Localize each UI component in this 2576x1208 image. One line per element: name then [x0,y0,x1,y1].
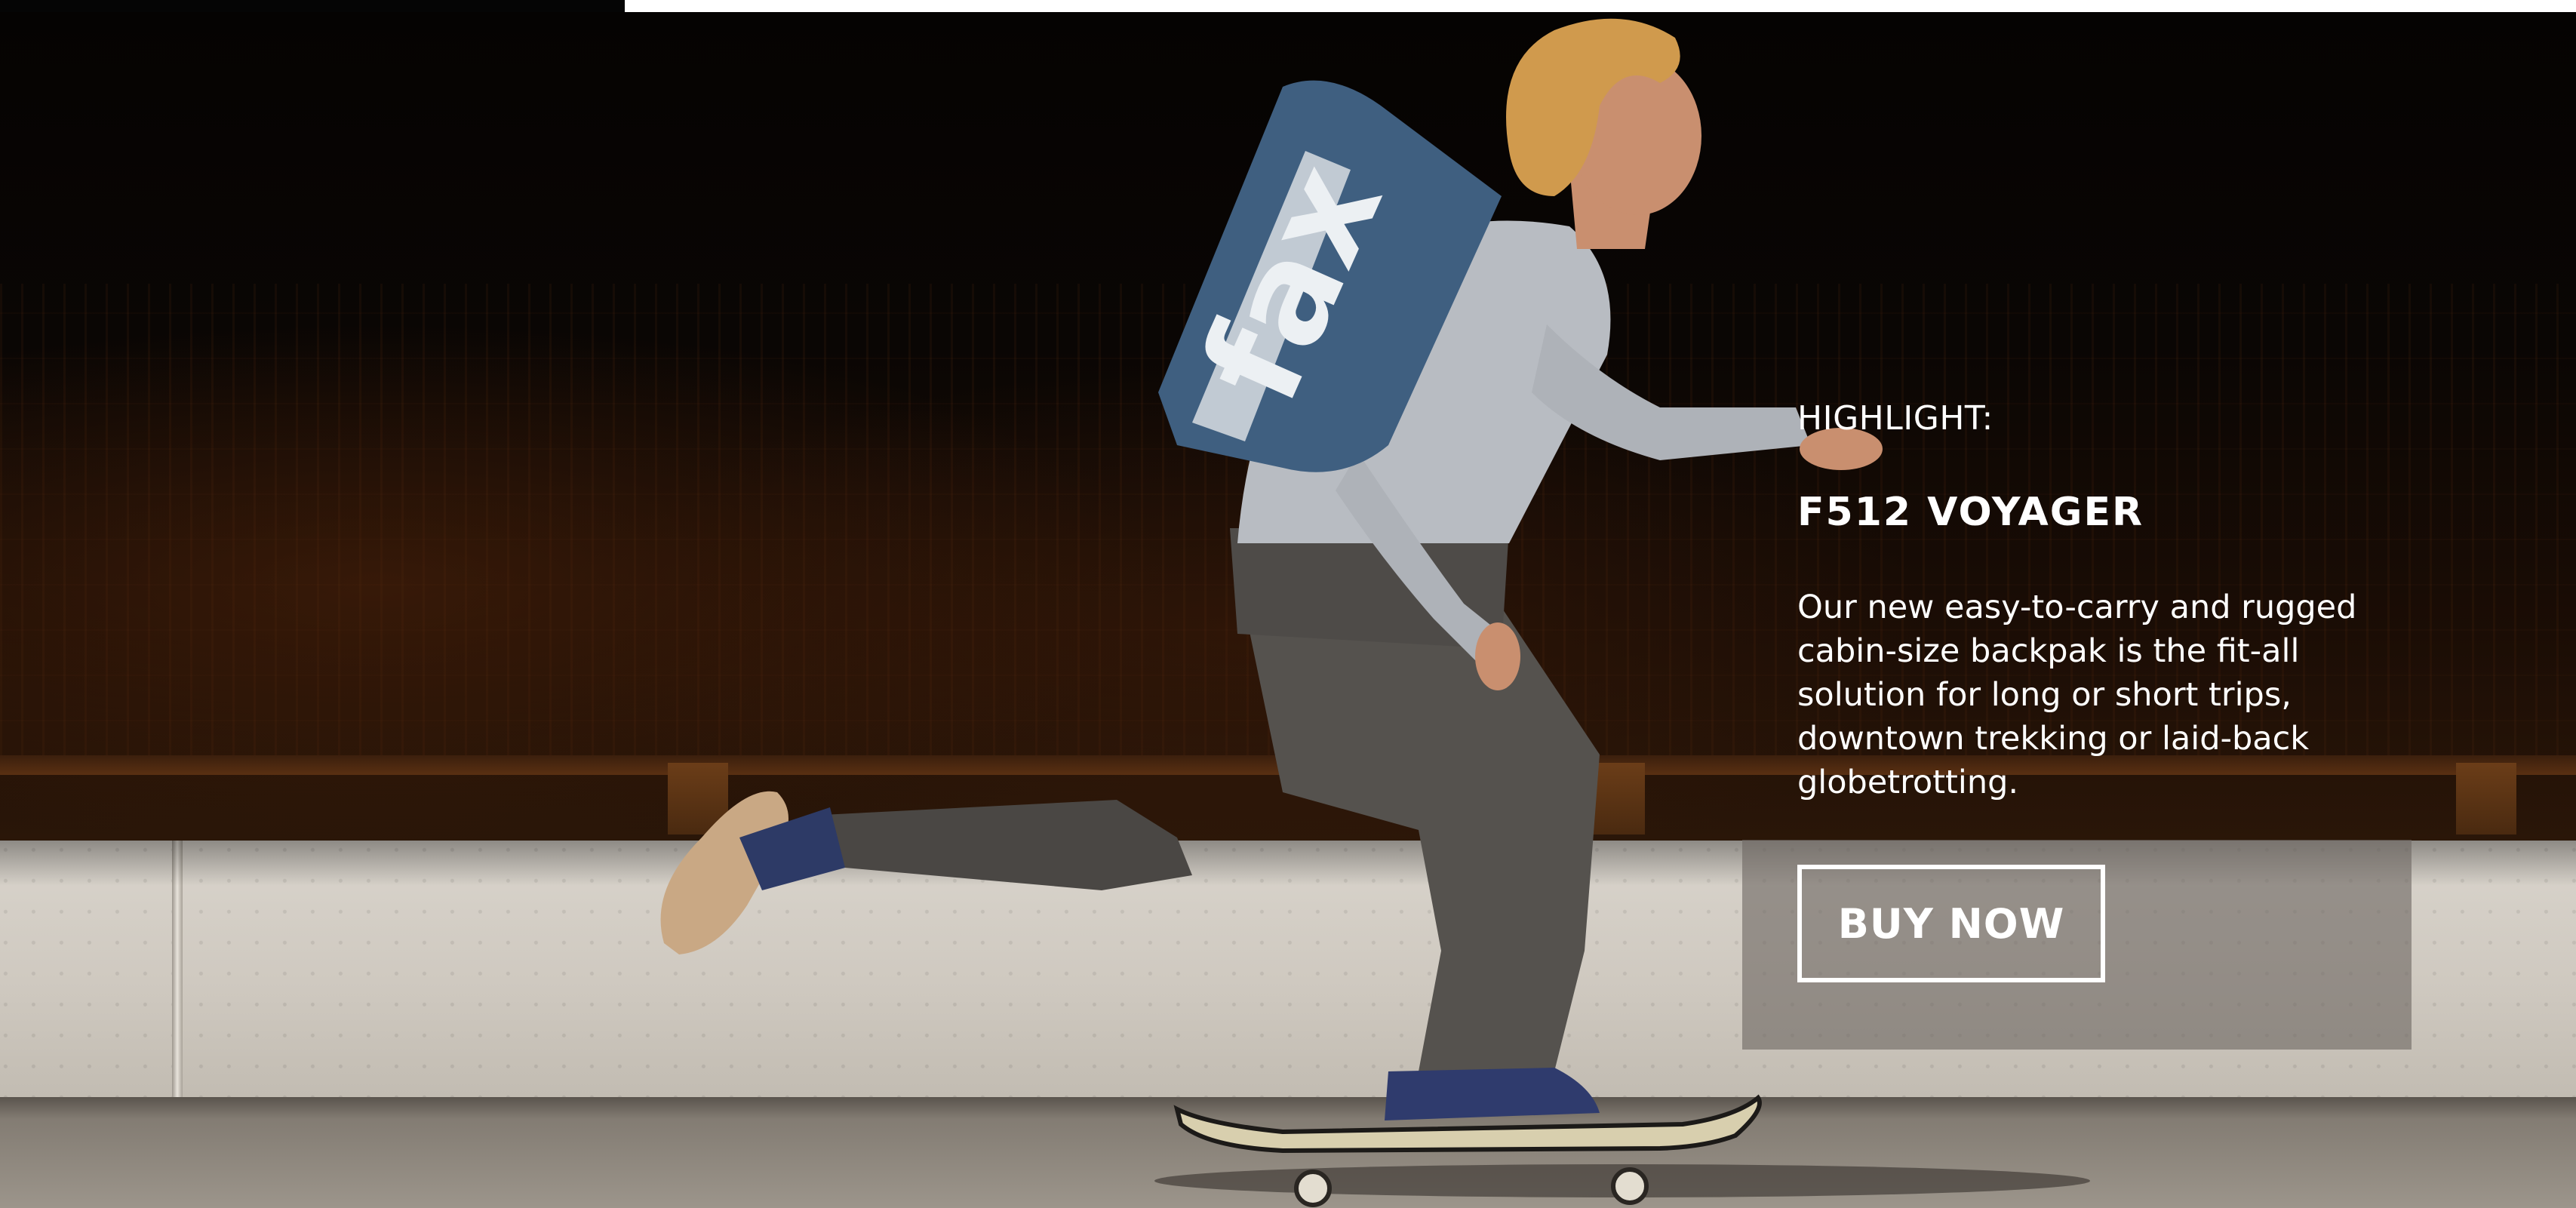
product-title: F512 VOYAGER [1797,490,2144,535]
highlight-label: HIGHLIGHT: [1797,399,1993,438]
top-strip [0,0,2576,12]
front-leg [1237,573,1600,1071]
product-description: Our new easy-to-carry and rugged cabin-s… [1797,589,2357,801]
back-leg [822,800,1192,890]
buy-now-button[interactable]: BUY NOW [1797,865,2105,982]
skateboard-wheel [1611,1167,1649,1205]
promo-text: HIGHLIGHT: F512 VOYAGER Our new easy-to-… [1797,396,2416,804]
top-strip-dark-segment [0,0,625,12]
lower-hand [1475,622,1520,690]
hero-banner: fax HIGHLIGHT: F512 VOYAGER Our new easy… [0,0,2576,1208]
front-shoe [1385,1068,1600,1120]
skateboard-wheel [1294,1170,1332,1207]
